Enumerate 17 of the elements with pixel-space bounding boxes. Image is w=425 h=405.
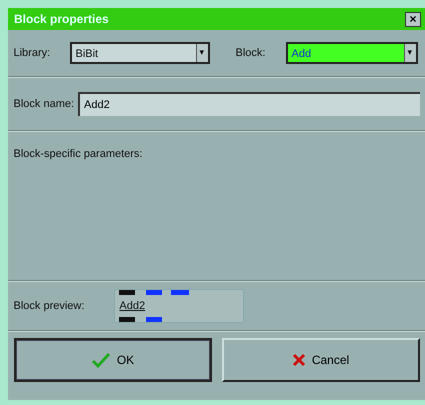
- block-name-field[interactable]: Add2: [78, 92, 420, 116]
- ports-top-drawing: [119, 290, 190, 295]
- block-title: Add2: [119, 300, 146, 312]
- block-name-label: Block name:: [14, 96, 74, 112]
- library-label: Library:: [14, 46, 52, 61]
- cross-icon: [292, 353, 306, 367]
- block-label: Block:: [236, 46, 266, 61]
- block-preview-label: Block preview:: [14, 298, 84, 314]
- check-icon: [90, 352, 111, 368]
- ports-bottom-drawing: [119, 317, 162, 322]
- parameters-label: Block-specific parameters:: [14, 148, 142, 160]
- block-dropdown[interactable]: Add ▾: [286, 42, 418, 64]
- window-title: Block properties: [14, 11, 109, 28]
- close-button[interactable]: ×: [405, 12, 421, 26]
- ok-button[interactable]: OK: [14, 338, 212, 382]
- library-dropdown[interactable]: BiBit ▾: [70, 42, 210, 64]
- cancel-button[interactable]: Cancel: [222, 338, 420, 382]
